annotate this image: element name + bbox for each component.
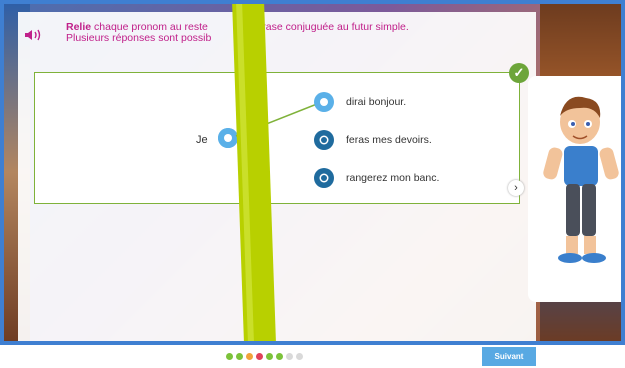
- progress-dot: [226, 353, 233, 360]
- chevron-right-icon[interactable]: ›: [508, 180, 524, 196]
- boy-character-icon: [543, 96, 619, 263]
- progress-dot: [266, 353, 273, 360]
- character-card: [528, 76, 625, 302]
- choice-label: rangerez mon banc.: [346, 172, 440, 184]
- choice-item[interactable]: rangerez mon banc.: [314, 168, 439, 188]
- choice-item[interactable]: dirai bonjour.: [314, 92, 406, 112]
- progress-dot: [256, 353, 263, 360]
- footer-bar: Suivant: [0, 345, 625, 368]
- progress-dot: [276, 353, 283, 360]
- choice-label: dirai bonjour.: [346, 96, 407, 108]
- choice-connector[interactable]: [314, 168, 334, 188]
- choice-connector[interactable]: [314, 130, 334, 150]
- progress-dot: [236, 353, 243, 360]
- choice-label: feras mes devoirs.: [346, 134, 432, 146]
- progress-dot: [286, 353, 293, 360]
- choice-connector[interactable]: [314, 92, 334, 112]
- progress-dots: [226, 353, 303, 360]
- progress-dot: [296, 353, 303, 360]
- choice-item[interactable]: feras mes devoirs.: [314, 130, 432, 150]
- progress-dot: [246, 353, 253, 360]
- next-button[interactable]: Suivant: [482, 347, 536, 366]
